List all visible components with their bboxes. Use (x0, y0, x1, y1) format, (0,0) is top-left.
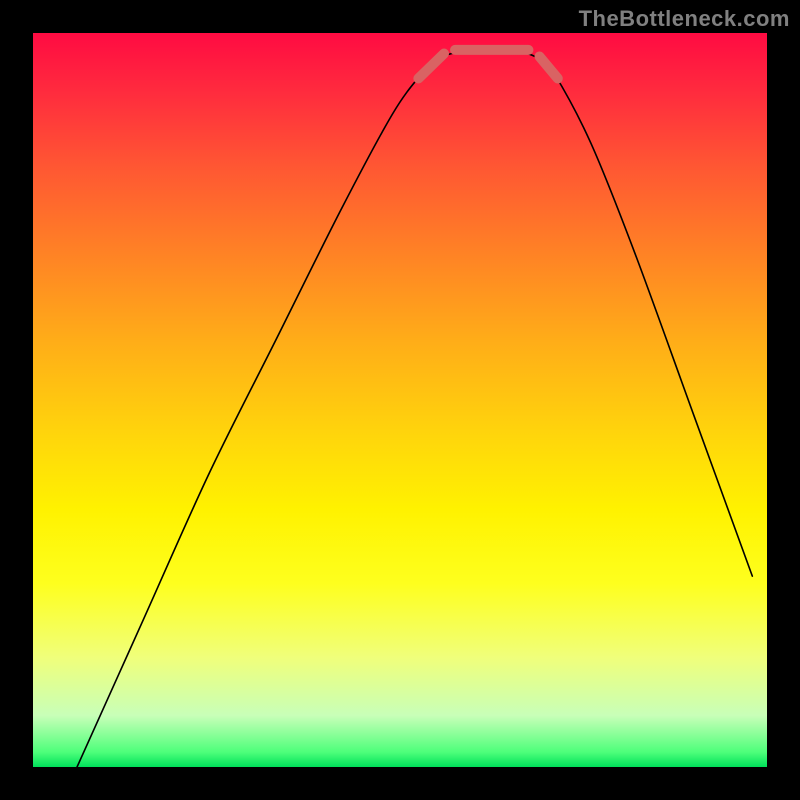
chart-svg (33, 33, 767, 767)
bottleneck-curve (77, 48, 752, 767)
highlight-segment (539, 56, 557, 78)
highlight-segment (418, 54, 444, 79)
plot-area (33, 33, 767, 767)
highlight-segments (418, 50, 557, 79)
watermark-text: TheBottleneck.com (579, 6, 790, 32)
